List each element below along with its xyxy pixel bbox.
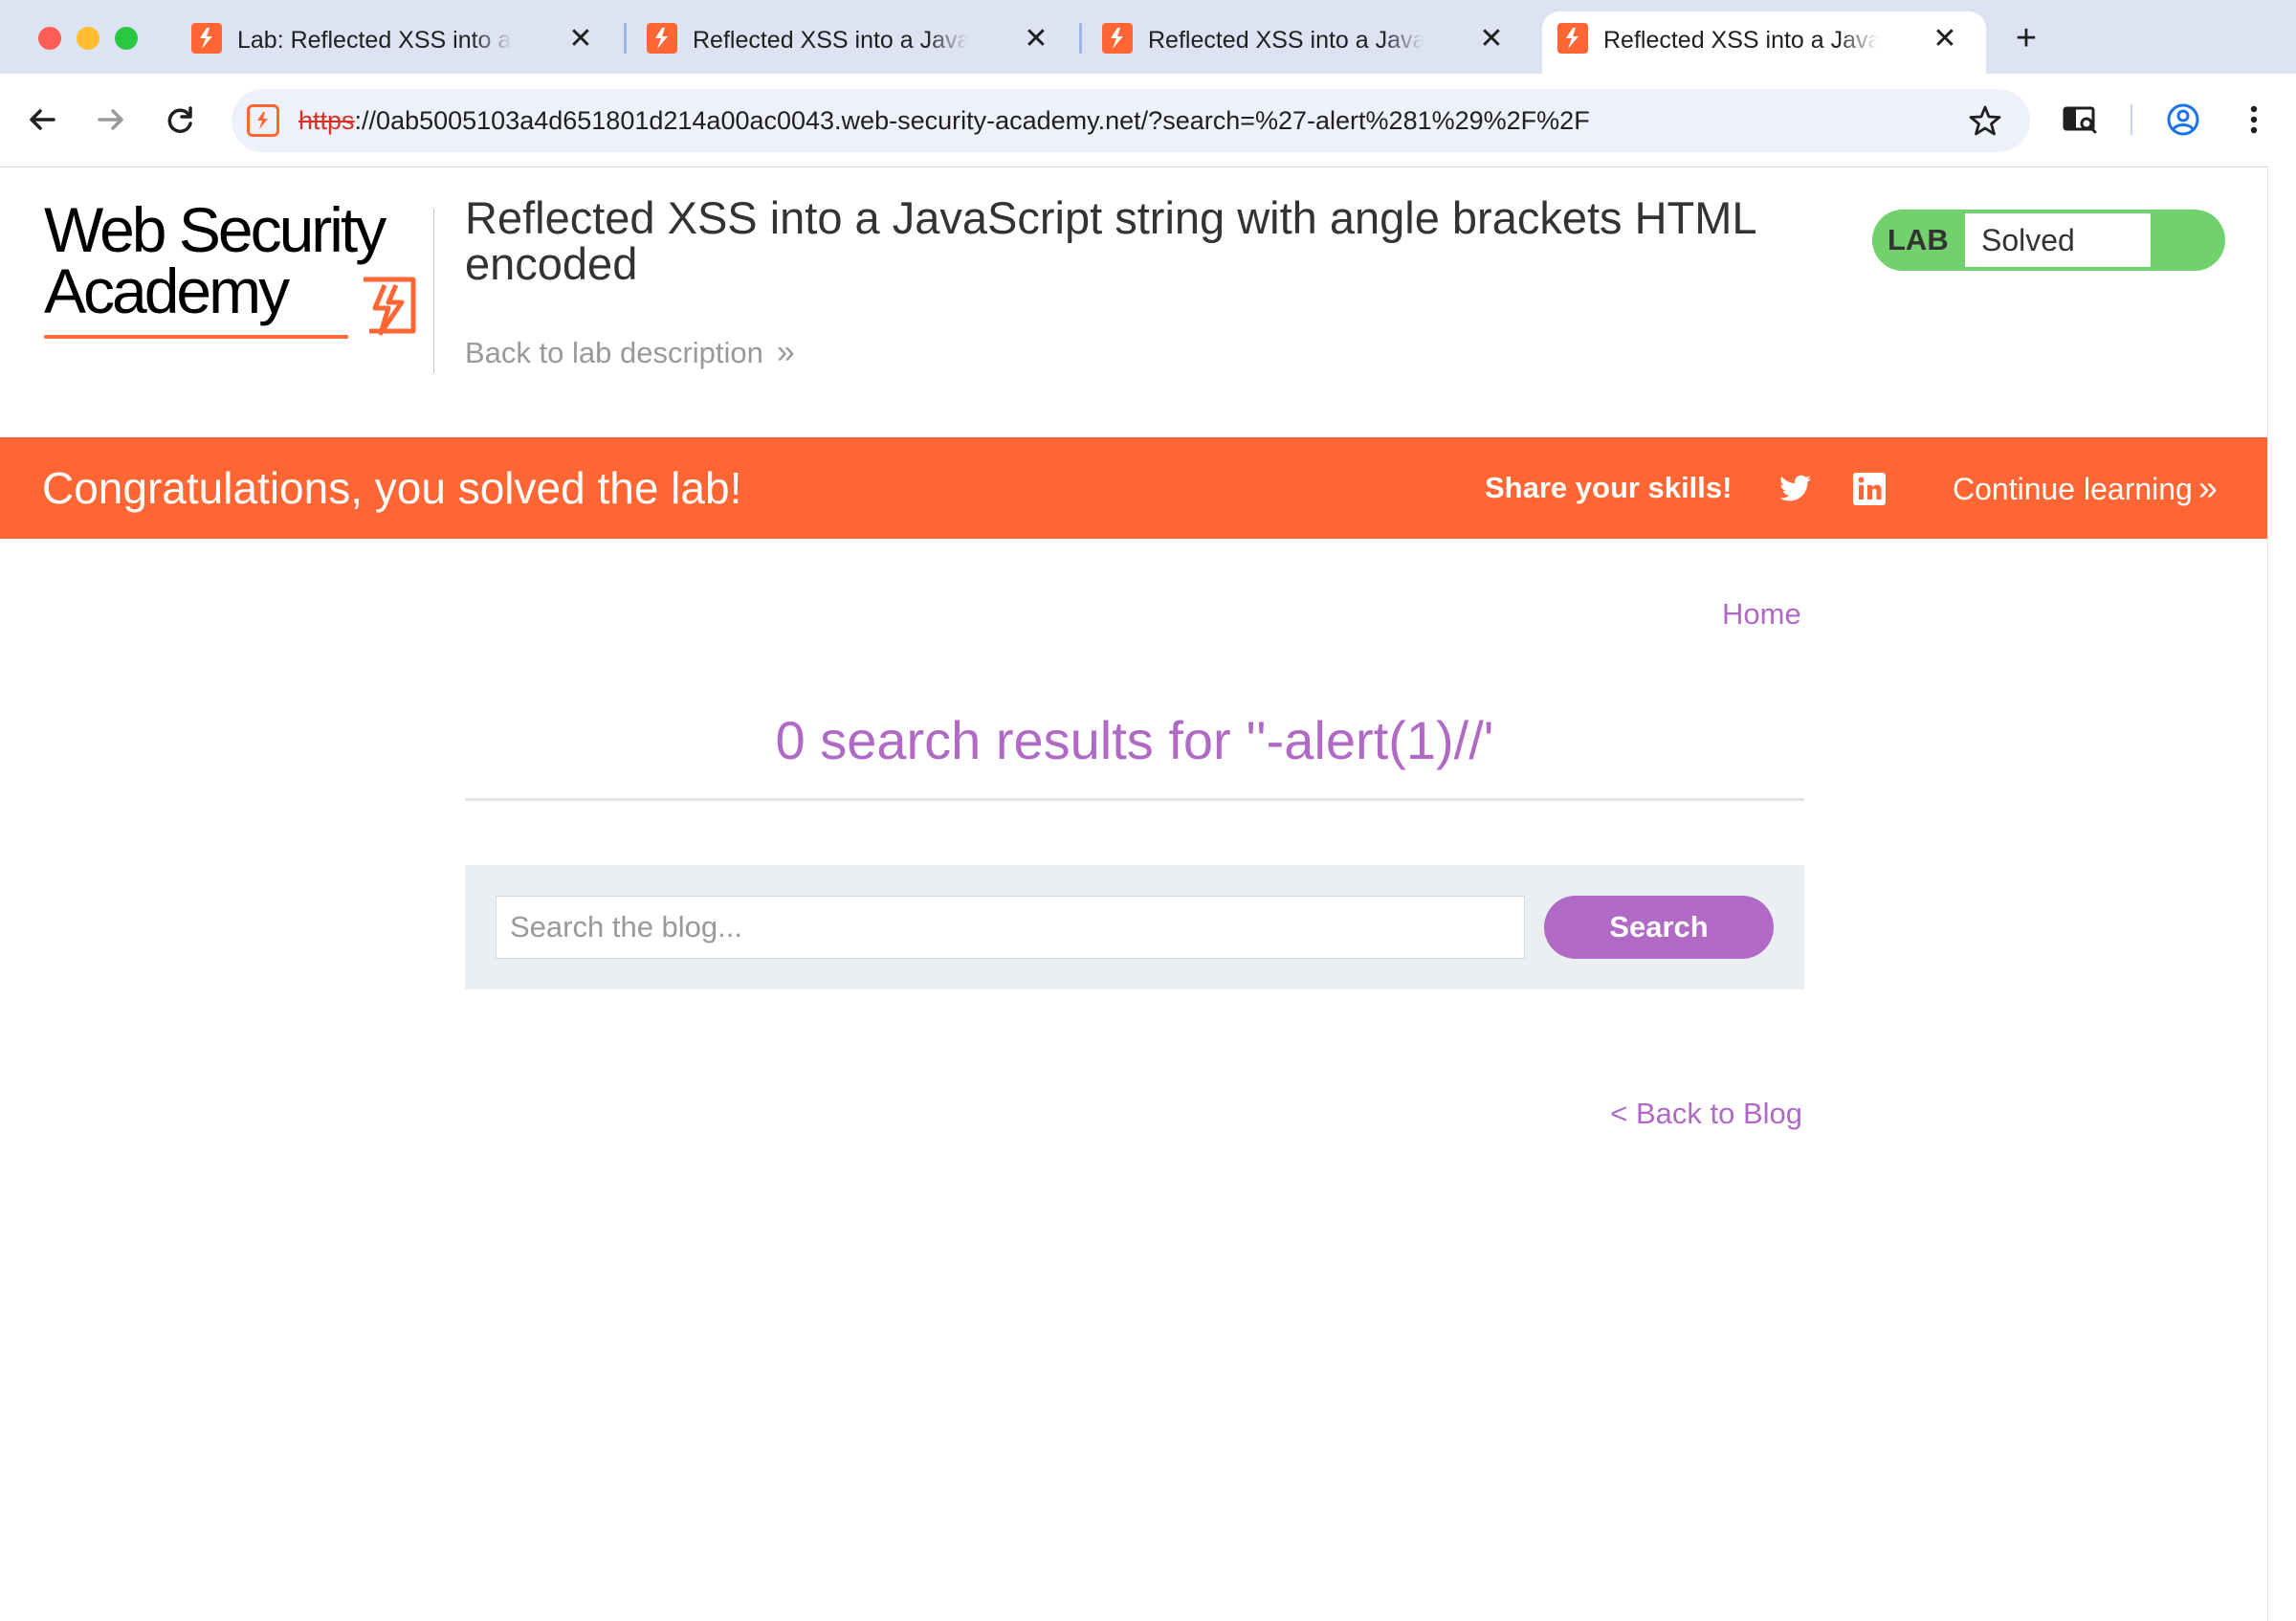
- browser-tabstrip: Lab: Reflected XSS into a JavaScript str…: [0, 0, 2296, 74]
- share-skills-label: Share your skills!: [1485, 471, 1733, 504]
- window-zoom-button[interactable]: [115, 27, 138, 50]
- solved-message: Congratulations, you solved the lab!: [42, 463, 742, 513]
- browser-tab-2[interactable]: Reflected XSS into a JavaScript string w…: [647, 11, 1068, 74]
- browser-toolbar: https://0ab5005103a4d651801d214a00ac0043…: [0, 74, 2296, 167]
- header-divider: [433, 209, 434, 373]
- academy-bolt-icon: [364, 277, 416, 336]
- lab-title: Reflected XSS into a JavaScript string w…: [465, 192, 1755, 289]
- continue-learning-link[interactable]: Continue learning»: [1953, 437, 2218, 539]
- search-button[interactable]: Search: [1544, 896, 1774, 959]
- tab-separator: [1079, 23, 1082, 54]
- logo-line-1: Web Security: [44, 194, 386, 265]
- tab-title: Reflected XSS into a JavaScript string w…: [1148, 27, 1424, 54]
- double-chevron-right-icon: »: [2197, 468, 2218, 507]
- heading-divider: [465, 798, 1804, 801]
- url-text[interactable]: https://0ab5005103a4d651801d214a00ac0043…: [298, 104, 1590, 137]
- tab-title: Reflected XSS into a JavaScript string w…: [1603, 27, 1879, 54]
- site-info-icon[interactable]: [247, 104, 279, 137]
- search-form: Search: [465, 865, 1804, 989]
- back-button[interactable]: [19, 97, 65, 143]
- twitter-icon[interactable]: [1776, 470, 1814, 508]
- window-minimize-button[interactable]: [77, 27, 99, 50]
- tab-title: Lab: Reflected XSS into a JavaScript str…: [237, 27, 513, 54]
- kebab-menu-icon[interactable]: [2231, 97, 2277, 143]
- forward-button[interactable]: [88, 97, 134, 143]
- tab-close-icon[interactable]: ✕: [1475, 23, 1508, 56]
- search-tab-icon[interactable]: [2057, 97, 2103, 143]
- page-scrollbar-track[interactable]: [2267, 167, 2296, 1621]
- new-tab-button[interactable]: +: [2007, 19, 2045, 57]
- bookmark-star-icon[interactable]: [1967, 102, 2003, 139]
- url-rest: ://0ab5005103a4d651801d214a00ac0043.web-…: [354, 106, 1590, 135]
- browser-tab-1[interactable]: Lab: Reflected XSS into a JavaScript str…: [191, 11, 612, 74]
- address-bar[interactable]: https://0ab5005103a4d651801d214a00ac0043…: [232, 89, 2030, 152]
- browser-tab-4-active[interactable]: Reflected XSS into a JavaScript string w…: [1542, 11, 1986, 74]
- search-results-heading: 0 search results for ''-alert(1)//': [775, 710, 1494, 770]
- tab-close-icon[interactable]: ✕: [1929, 23, 1961, 56]
- window-close-button[interactable]: [38, 27, 61, 50]
- back-to-blog-link[interactable]: < Back to Blog: [1603, 1095, 1802, 1133]
- portswigger-favicon-icon: [1557, 23, 1588, 54]
- profile-icon[interactable]: [2160, 97, 2206, 143]
- back-to-lab-description-label: Back to lab description: [465, 336, 763, 369]
- arrow-right-icon: [98, 109, 123, 130]
- back-to-lab-description-link[interactable]: Back to lab description »: [465, 333, 795, 372]
- double-chevron-right-icon: »: [776, 334, 795, 370]
- lab-status-badge: LAB Solved: [1872, 210, 2225, 271]
- tab-close-icon[interactable]: ✕: [1020, 23, 1052, 56]
- search-input[interactable]: [496, 896, 1525, 959]
- linkedin-icon[interactable]: [1850, 470, 1888, 508]
- reload-icon: [167, 106, 192, 133]
- tab-title: Reflected XSS into a JavaScript string w…: [693, 27, 968, 54]
- lab-status-label: LAB: [1888, 223, 1949, 256]
- portswigger-favicon-icon: [647, 23, 677, 54]
- home-link[interactable]: Home: [1722, 595, 1801, 633]
- tab-close-icon[interactable]: ✕: [564, 23, 597, 56]
- solved-banner: Congratulations, you solved the lab! Sha…: [0, 437, 2267, 539]
- web-security-academy-logo[interactable]: Web Security Academy: [44, 194, 436, 344]
- tab-separator: [624, 23, 627, 54]
- reload-button[interactable]: [157, 97, 203, 143]
- portswigger-favicon-icon: [191, 23, 222, 54]
- toolbar-divider: [2130, 104, 2132, 135]
- browser-tab-3[interactable]: Reflected XSS into a JavaScript string w…: [1102, 11, 1523, 74]
- portswigger-favicon-icon: [1102, 23, 1133, 54]
- logo-line-2: Academy: [44, 255, 290, 326]
- continue-learning-label: Continue learning: [1953, 472, 2193, 506]
- arrow-left-icon: [30, 109, 55, 130]
- lab-status-value: Solved: [1981, 223, 2075, 257]
- logo-underline: [44, 335, 348, 339]
- url-scheme: https: [298, 106, 355, 135]
